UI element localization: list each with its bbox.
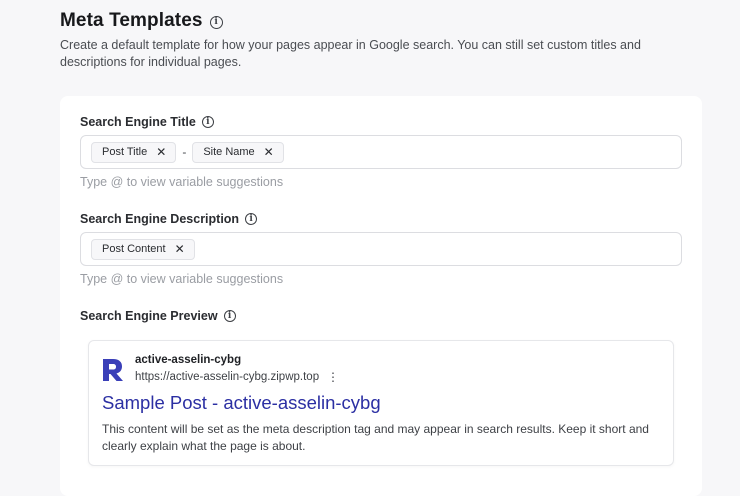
page-description: Create a default template for how your p… (60, 38, 641, 69)
more-vertical-icon[interactable]: ⋮ (327, 370, 339, 384)
chip-label: Post Title (102, 146, 148, 158)
title-field-hint: Type @ to view variable suggestions (80, 175, 284, 189)
title-field-label-text: Search Engine Title (80, 115, 196, 129)
info-icon[interactable]: i (223, 310, 236, 322)
description-field-label: Search Engine Description i (80, 212, 258, 226)
preview-title-link[interactable]: Sample Post - active-asselin-cybg (102, 392, 381, 414)
close-icon[interactable]: ✕ (156, 145, 166, 159)
search-preview: active-asselin-cybg https://active-assel… (88, 340, 674, 466)
description-template-input[interactable]: Post Content ✕ (80, 232, 682, 266)
info-icon[interactable]: i (201, 116, 214, 128)
page-title: Meta Templates (60, 10, 203, 31)
preview-label: Search Engine Preview i (80, 309, 236, 323)
chip-site-name: Site Name ✕ (192, 141, 284, 163)
preview-description: This content will be set as the meta des… (102, 422, 649, 453)
info-icon[interactable]: i (209, 15, 223, 29)
chip-label: Site Name (203, 146, 255, 158)
preview-site-url: https://active-asselin-cybg.zipwp.top (135, 371, 320, 383)
chip-post-title: Post Title ✕ (91, 141, 177, 163)
close-icon[interactable]: ✕ (175, 242, 185, 256)
chip-label: Post Content (102, 243, 166, 255)
close-icon[interactable]: ✕ (264, 145, 274, 159)
page-header: Meta Templates i (60, 10, 223, 32)
description-field-hint: Type @ to view variable suggestions (80, 272, 284, 286)
site-logo (103, 359, 123, 381)
title-field-label: Search Engine Title i (80, 115, 214, 129)
title-template-input[interactable]: Post Title ✕ - Site Name ✕ (80, 135, 682, 169)
chip-separator: - (182, 145, 187, 159)
description-field-label-text: Search Engine Description (80, 212, 240, 226)
preview-site-name: active-asselin-cybg (135, 354, 242, 366)
info-icon[interactable]: i (245, 213, 258, 225)
chip-post-content: Post Content ✕ (91, 238, 195, 260)
preview-label-text: Search Engine Preview (80, 309, 218, 323)
meta-templates-card: Search Engine Title i Post Title ✕ - Sit… (60, 96, 702, 496)
